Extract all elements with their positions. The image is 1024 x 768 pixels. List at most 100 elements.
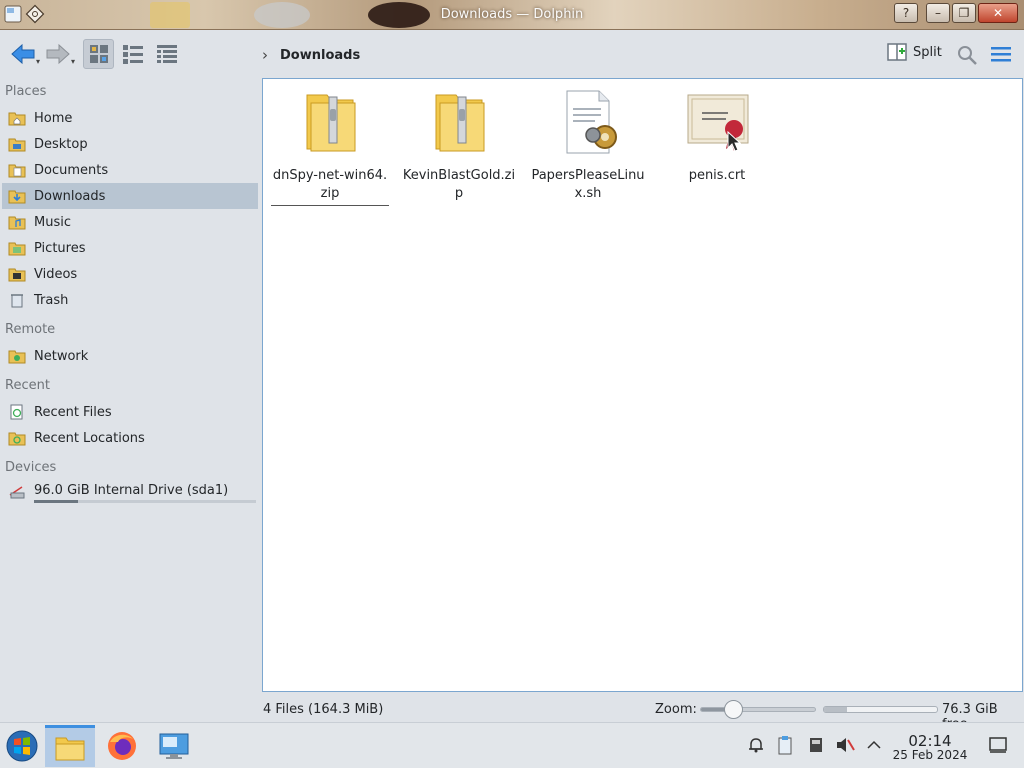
file-name: PapersPleaseLinux.sh	[531, 168, 645, 201]
taskbar-system-settings[interactable]	[149, 725, 199, 767]
sidebar-item-label: Pictures	[34, 240, 86, 256]
details-view-button[interactable]	[151, 39, 182, 69]
file-view[interactable]: dnSpy-net-win64.zip KevinBlastGold.zip P…	[262, 78, 1023, 692]
sidebar-item-internal-drive[interactable]: 96.0 GiB Internal Drive (sda1)	[2, 480, 258, 508]
split-button[interactable]: Split	[886, 41, 942, 63]
recent-locations-icon	[8, 432, 26, 446]
sidebar-item-label: Network	[34, 348, 89, 364]
videos-folder-icon	[8, 268, 26, 282]
sidebar-item-downloads[interactable]: Downloads	[2, 183, 258, 209]
icons-view-icon	[89, 45, 108, 63]
section-recent: Recent	[5, 378, 50, 393]
drive-usage-fill	[34, 500, 79, 503]
zoom-slider-handle[interactable]	[724, 700, 743, 719]
forward-button[interactable]: ▾	[44, 39, 76, 69]
drive-usage-bar	[34, 500, 256, 503]
start-menu-icon	[6, 730, 38, 762]
file-item[interactable]: dnSpy-net-win64.zip	[271, 87, 389, 206]
minimize-button[interactable]: –	[926, 3, 950, 23]
network-folder-icon	[8, 350, 26, 364]
volume-muted-icon[interactable]	[835, 735, 855, 755]
close-button[interactable]: ✕	[978, 3, 1018, 23]
status-summary: 4 Files (164.3 MiB)	[263, 702, 384, 717]
sidebar-item-label: 96.0 GiB Internal Drive (sda1)	[34, 483, 229, 498]
zoom-label: Zoom:	[655, 702, 697, 717]
breadcrumb-item-downloads[interactable]: Downloads	[280, 48, 360, 63]
sidebar-item-label: Home	[34, 110, 73, 126]
certificate-icon	[687, 94, 749, 151]
places-panel: Places Home Desktop Documents Downloads …	[0, 78, 262, 696]
split-view-icon	[887, 43, 907, 61]
taskbar: 02:14 25 Feb 2024	[0, 722, 1024, 768]
sidebar-item-label: Recent Locations	[34, 430, 145, 446]
window-titlebar[interactable]: Downloads — Dolphin ? – ❐ ✕	[0, 0, 1024, 30]
compact-view-button[interactable]	[117, 39, 148, 69]
sidebar-item-music[interactable]: Music	[2, 209, 258, 235]
file-item[interactable]: penis.crt	[658, 87, 776, 185]
drive-icon	[9, 486, 25, 499]
file-name: dnSpy-net-win64.zip	[271, 167, 389, 206]
file-item[interactable]: PapersPleaseLinux.sh	[529, 87, 647, 203]
icons-view-button[interactable]	[83, 39, 114, 69]
back-icon	[11, 43, 35, 65]
notifications-icon[interactable]	[746, 735, 766, 755]
section-devices: Devices	[5, 460, 57, 475]
music-folder-icon	[8, 216, 26, 230]
free-space-fill	[824, 707, 847, 712]
taskbar-dolphin[interactable]	[45, 725, 95, 767]
zoom-slider[interactable]	[700, 707, 816, 712]
clipboard-icon[interactable]	[775, 735, 795, 755]
free-space-bar[interactable]	[823, 706, 938, 713]
window-title: Downloads — Dolphin	[440, 7, 584, 22]
home-folder-icon	[8, 112, 26, 126]
shell-script-icon	[566, 90, 617, 154]
sidebar-item-recent-locations[interactable]: Recent Locations	[2, 425, 258, 451]
sidebar-item-label: Trash	[34, 292, 69, 308]
maximize-button[interactable]: ❐	[952, 3, 976, 23]
forward-icon	[46, 43, 70, 65]
sidebar-item-label: Downloads	[34, 188, 106, 204]
hamburger-menu-icon[interactable]	[990, 45, 1012, 63]
start-menu-button[interactable]	[0, 725, 44, 767]
sidebar-item-trash[interactable]: Trash	[2, 287, 258, 313]
back-button[interactable]: ▾	[8, 39, 42, 69]
sidebar-item-pictures[interactable]: Pictures	[2, 235, 258, 261]
file-item[interactable]: KevinBlastGold.zip	[400, 87, 518, 203]
sidebar-item-label: Videos	[34, 266, 78, 282]
pictures-folder-icon	[8, 242, 26, 256]
file-manager-icon	[55, 737, 85, 760]
expand-tray-icon[interactable]	[864, 735, 884, 755]
recent-files-icon	[10, 404, 23, 420]
sidebar-item-home[interactable]: Home	[2, 105, 258, 131]
sidebar-item-label: Desktop	[34, 136, 88, 152]
system-settings-icon	[159, 733, 189, 759]
compact-view-icon	[122, 45, 143, 64]
section-remote: Remote	[5, 322, 56, 337]
split-label: Split	[913, 44, 942, 60]
search-icon[interactable]	[956, 44, 978, 66]
chevron-right-icon[interactable]: ›	[262, 46, 268, 64]
documents-folder-icon	[8, 164, 26, 178]
trash-icon	[11, 294, 23, 308]
zip-archive-icon	[306, 94, 356, 152]
clock-date[interactable]: 25 Feb 2024	[888, 748, 972, 762]
toolbar: ▾ ▾ › Downloads Split	[0, 30, 1024, 78]
sidebar-item-desktop[interactable]: Desktop	[2, 131, 258, 157]
show-desktop-icon[interactable]	[988, 735, 1008, 755]
mouse-cursor-icon	[727, 131, 741, 152]
downloads-folder-icon	[8, 190, 26, 204]
sidebar-item-documents[interactable]: Documents	[2, 157, 258, 183]
details-view-icon	[156, 45, 177, 63]
desktop-folder-icon	[8, 138, 26, 152]
firefox-icon	[108, 732, 136, 760]
breadcrumb: › Downloads	[262, 46, 360, 64]
sidebar-item-label: Recent Files	[34, 404, 112, 420]
zip-archive-icon	[435, 94, 485, 152]
taskbar-firefox[interactable]	[97, 725, 147, 767]
sidebar-item-network[interactable]: Network	[2, 343, 258, 369]
storage-icon[interactable]	[806, 735, 826, 755]
sidebar-item-recent-files[interactable]: Recent Files	[2, 399, 258, 425]
sidebar-item-videos[interactable]: Videos	[2, 261, 258, 287]
status-bar: 4 Files (164.3 MiB) Zoom: 76.3 GiB free	[0, 696, 1024, 732]
help-button[interactable]: ?	[894, 3, 918, 23]
